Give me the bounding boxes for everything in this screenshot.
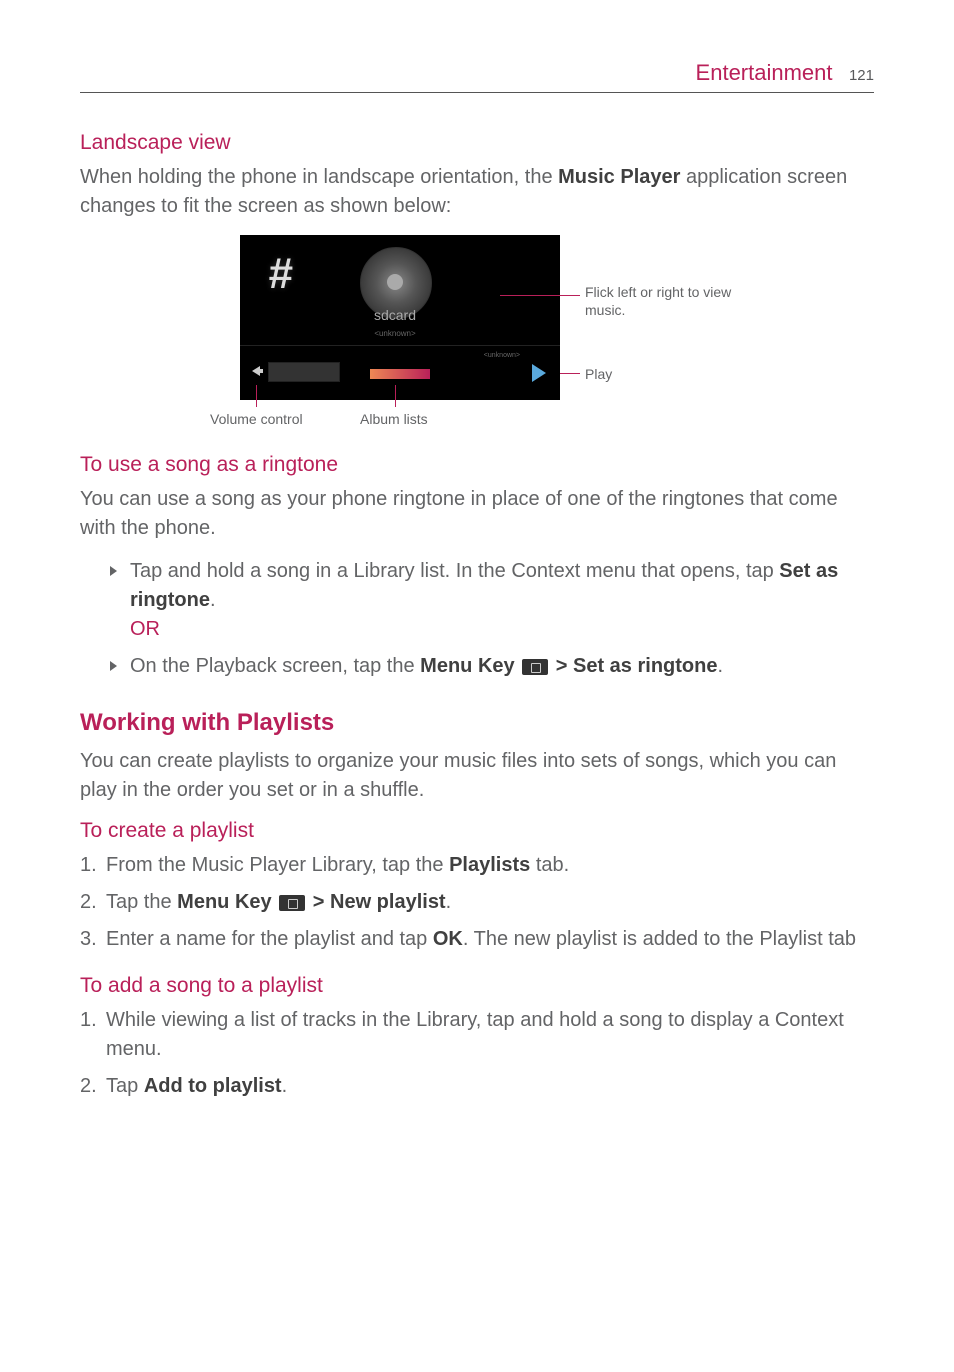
list-item: Enter a name for the playlist and tap OK…	[80, 925, 874, 954]
screenshot: # sdcard <unknown> <unknown>	[240, 235, 560, 400]
callout-flick: Flick left or right to view music.	[585, 283, 745, 319]
text: On the Playback screen, tap the	[130, 655, 420, 677]
add-to-playlist-bold: Add to playlist	[144, 1075, 282, 1097]
header-title: Entertainment	[696, 60, 833, 85]
play-icon	[532, 364, 546, 382]
list-item: Tap the Menu Key > New playlist.	[80, 888, 874, 917]
playlists-bold: Playlists	[449, 854, 530, 876]
list-item: On the Playback screen, tap the Menu Key…	[110, 652, 874, 681]
disc-center-icon	[387, 274, 403, 290]
set-as-ringtone-bold: Set as ringtone	[573, 655, 717, 677]
callout-album-lists: Album lists	[360, 410, 428, 428]
unknown-text: <unknown>	[484, 352, 520, 359]
text: .	[282, 1075, 288, 1097]
callout-line	[500, 295, 580, 296]
new-playlist-bold: New playlist	[330, 891, 446, 913]
callout-play: Play	[585, 365, 612, 383]
text: >	[550, 655, 573, 677]
page: Entertainment 121 Landscape view When ho…	[0, 0, 954, 1169]
hash-icon: #	[268, 249, 292, 299]
ringtone-description: You can use a song as your phone rington…	[80, 485, 874, 543]
list-item: From the Music Player Library, tap the P…	[80, 851, 874, 880]
screenshot-bottom: <unknown>	[240, 345, 560, 400]
text: Tap the	[106, 891, 177, 913]
text: .	[210, 589, 216, 611]
callout-line	[395, 385, 396, 407]
menu-key-bold: Menu Key	[177, 891, 271, 913]
text: Enter a name for the playlist and tap	[106, 928, 433, 950]
header-bar: Entertainment 121	[80, 60, 874, 93]
heading-create-playlist: To create a playlist	[80, 819, 874, 843]
page-number: 121	[849, 67, 874, 84]
callout-line	[560, 373, 580, 374]
heading-ringtone: To use a song as a ringtone	[80, 453, 874, 477]
or-label: OR	[130, 615, 874, 644]
album-lists-bar	[370, 369, 430, 379]
music-player-bold: Music Player	[558, 166, 680, 188]
text: .	[717, 655, 723, 677]
screenshot-top: # sdcard <unknown>	[240, 235, 560, 345]
ok-bold: OK	[433, 928, 463, 950]
callout-line	[256, 385, 257, 407]
text: Tap	[106, 1075, 144, 1097]
volume-icon	[252, 366, 260, 376]
text: tab.	[530, 854, 569, 876]
text: >	[307, 891, 330, 913]
menu-key-icon	[279, 895, 305, 911]
ringtone-steps: Tap and hold a song in a Library list. I…	[110, 557, 874, 681]
text: From the Music Player Library, tap the	[106, 854, 449, 876]
sdcard-label: sdcard <unknown>	[345, 307, 445, 339]
playlists-description: You can create playlists to organize you…	[80, 747, 874, 805]
sdcard-text: sdcard	[374, 307, 416, 323]
landscape-figure: # sdcard <unknown> <unknown> Flick left …	[80, 235, 874, 445]
menu-key-icon	[522, 659, 548, 675]
landscape-description: When holding the phone in landscape orie…	[80, 163, 874, 221]
list-item: Tap Add to playlist.	[80, 1072, 874, 1101]
heading-add-song: To add a song to a playlist	[80, 974, 874, 998]
heading-landscape-view: Landscape view	[80, 131, 874, 155]
menu-key-bold: Menu Key	[420, 655, 514, 677]
list-item: Tap and hold a song in a Library list. I…	[110, 557, 874, 644]
add-song-steps: While viewing a list of tracks in the Li…	[80, 1006, 874, 1101]
text: When holding the phone in landscape orie…	[80, 166, 558, 188]
create-playlist-steps: From the Music Player Library, tap the P…	[80, 851, 874, 954]
text: Tap and hold a song in a Library list. I…	[130, 560, 779, 582]
list-item: While viewing a list of tracks in the Li…	[80, 1006, 874, 1064]
callout-volume: Volume control	[210, 410, 303, 428]
text: . The new playlist is added to the Playl…	[463, 928, 856, 950]
text: .	[446, 891, 452, 913]
volume-bar	[268, 362, 340, 382]
heading-working-playlists: Working with Playlists	[80, 709, 874, 737]
sdcard-subtext: <unknown>	[374, 329, 415, 338]
